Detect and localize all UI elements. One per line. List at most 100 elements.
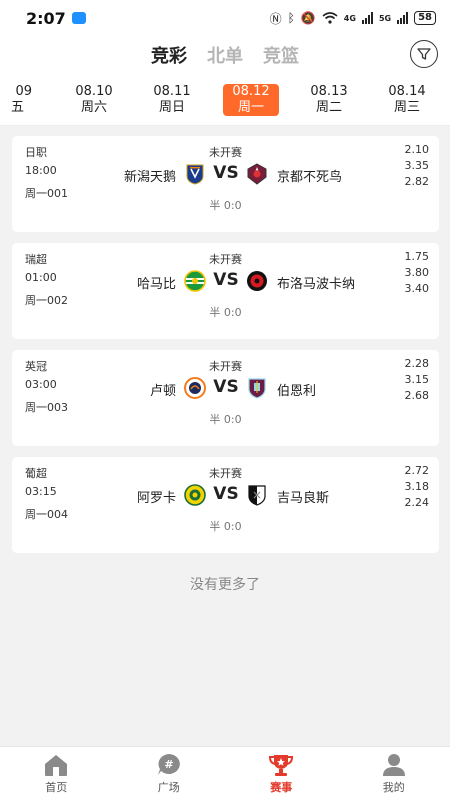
nfc-icon: Ⓝ bbox=[269, 11, 282, 26]
status-icons: Ⓝ ᛒ 🔕 4G 5G 58 bbox=[270, 10, 436, 27]
home-team: 卢顿 bbox=[149, 384, 176, 399]
status-bar: 2:07 Ⓝ ᛒ 🔕 4G 5G 58 bbox=[0, 0, 450, 36]
odds-column: 2.28 3.15 2.68 bbox=[405, 356, 430, 404]
albirex-niigata-crest-icon bbox=[186, 164, 204, 185]
home-team: 阿罗卡 bbox=[136, 491, 176, 506]
tab-beidan[interactable]: 北单 bbox=[207, 42, 243, 68]
date-label: 08.10 bbox=[75, 84, 113, 99]
match-status: 未开赛 bbox=[209, 467, 242, 480]
odds-home: 2.28 bbox=[404, 357, 430, 370]
vs-label: VS bbox=[213, 484, 239, 504]
date-label: 08.11 bbox=[153, 84, 191, 99]
date-item-0811[interactable]: 08.11 周日 bbox=[144, 84, 200, 116]
odds-draw: 3.15 bbox=[404, 373, 430, 386]
brommapojkarna-crest-icon bbox=[247, 271, 267, 291]
weekday-label: 周日 bbox=[158, 100, 185, 115]
hammarby-crest-icon bbox=[184, 270, 206, 292]
odds-draw: 3.18 bbox=[404, 480, 430, 493]
vs-label: VS bbox=[213, 270, 239, 290]
nav-home-label: 首页 bbox=[45, 780, 68, 794]
halftime-score: 半 0:0 bbox=[209, 520, 242, 533]
date-label: 08.14 bbox=[388, 84, 426, 99]
svg-text:#: # bbox=[164, 758, 173, 771]
date-label: 09 bbox=[15, 84, 32, 99]
weekday-label: 周六 bbox=[80, 100, 107, 115]
arouca-crest-icon bbox=[184, 484, 206, 506]
filter-button[interactable] bbox=[410, 40, 438, 68]
hashtag-chat-icon: # bbox=[157, 753, 180, 775]
odds-home: 2.10 bbox=[404, 143, 430, 156]
nav-events[interactable]: 赛事 bbox=[225, 747, 338, 800]
teams-row: 哈马比 VS 布洛马波卡纳 bbox=[12, 270, 439, 292]
bluetooth-icon: ᛒ bbox=[287, 11, 295, 25]
weekday-label: 五 bbox=[10, 100, 24, 115]
teams-row: 新潟天鹅 VS 京都不死鸟 bbox=[12, 163, 439, 185]
date-item-0813[interactable]: 08.13 周二 bbox=[301, 84, 357, 116]
mute-bell-icon: 🔕 bbox=[300, 11, 316, 25]
match-card[interactable]: 英冠 03:00 周一003 未开赛 卢顿 VS 伯恩利 半 0:0 2.28 … bbox=[12, 350, 439, 446]
battery-indicator: 58 bbox=[414, 11, 436, 25]
date-item-09[interactable]: 09 五 bbox=[0, 84, 36, 116]
tab-jinglan[interactable]: 竞篮 bbox=[263, 42, 299, 68]
match-card[interactable]: 瑞超 01:00 周一002 未开赛 哈马比 VS 布洛马波卡纳 半 0:0 1… bbox=[12, 243, 439, 339]
weekday-label: 周二 bbox=[315, 100, 342, 115]
odds-home: 2.72 bbox=[404, 464, 430, 477]
nav-mine-label: 我的 bbox=[382, 780, 405, 794]
away-team: 伯恩利 bbox=[277, 384, 317, 399]
filter-funnel-icon bbox=[417, 48, 431, 60]
halftime-score: 半 0:0 bbox=[209, 413, 242, 426]
status-time: 2:07 bbox=[26, 8, 66, 28]
date-selector: 09 五 08.10 周六 08.11 周日 08.12 周一 08.13 周二… bbox=[0, 74, 450, 126]
odds-home: 1.75 bbox=[404, 250, 430, 263]
nav-events-label: 赛事 bbox=[270, 780, 293, 794]
match-card[interactable]: 葡超 03:15 周一004 未开赛 阿罗卡 VS 吉马良斯 半 0:0 2.7… bbox=[12, 457, 439, 553]
away-team: 布洛马波卡纳 bbox=[277, 277, 356, 292]
burnley-crest-icon bbox=[248, 378, 266, 399]
network-5g-label: 5G bbox=[378, 13, 392, 23]
date-label: 08.13 bbox=[310, 84, 348, 99]
date-item-0812[interactable]: 08.12 周一 bbox=[223, 84, 279, 116]
signal-bars-icon-2 bbox=[397, 12, 409, 24]
home-team: 哈马比 bbox=[136, 277, 176, 292]
vs-label: VS bbox=[213, 377, 239, 397]
odds-away: 2.24 bbox=[404, 496, 430, 509]
date-label: 08.12 bbox=[232, 84, 270, 99]
no-more-text: 没有更多了 bbox=[190, 577, 260, 593]
odds-column: 2.10 3.35 2.82 bbox=[405, 142, 430, 190]
wifi-icon bbox=[322, 12, 338, 24]
odds-column: 2.72 3.18 2.24 bbox=[405, 463, 430, 511]
away-team: 京都不死鸟 bbox=[277, 170, 343, 185]
odds-away: 2.68 bbox=[404, 389, 430, 402]
weekday-label: 周一 bbox=[237, 100, 264, 115]
date-item-0814[interactable]: 08.14 周三 bbox=[379, 84, 435, 116]
odds-column: 1.75 3.80 3.40 bbox=[405, 249, 430, 297]
nav-square[interactable]: # 广场 bbox=[113, 747, 226, 800]
match-status: 未开赛 bbox=[209, 360, 242, 373]
date-item-0810[interactable]: 08.10 周六 bbox=[66, 84, 122, 116]
away-team: 吉马良斯 bbox=[277, 491, 330, 506]
teams-row: 阿罗卡 VS 吉马良斯 bbox=[12, 484, 439, 506]
tab-jingcai[interactable]: 竞彩 bbox=[151, 42, 187, 68]
nav-square-label: 广场 bbox=[157, 780, 180, 794]
match-card[interactable]: 日职 18:00 周一001 未开赛 新潟天鹅 VS 京都不死鸟 半 0:0 2… bbox=[12, 136, 439, 232]
match-status: 未开赛 bbox=[209, 146, 242, 159]
bottom-navigation: 首页 # 广场 赛事 我的 bbox=[0, 746, 450, 800]
halftime-score: 半 0:0 bbox=[209, 306, 242, 319]
home-icon bbox=[45, 754, 68, 776]
nav-mine[interactable]: 我的 bbox=[338, 747, 450, 800]
luton-town-crest-icon bbox=[184, 377, 206, 399]
halftime-score: 半 0:0 bbox=[209, 199, 242, 212]
signal-bars-icon bbox=[361, 12, 373, 24]
weekday-label: 周三 bbox=[393, 100, 420, 115]
kyoto-sanga-crest-icon bbox=[247, 163, 267, 185]
vs-label: VS bbox=[213, 163, 239, 183]
user-icon bbox=[382, 753, 405, 776]
trophy-icon bbox=[269, 754, 294, 776]
network-4g-label: 4G bbox=[343, 13, 356, 23]
odds-away: 3.40 bbox=[404, 282, 430, 295]
message-notification-icon bbox=[71, 12, 86, 24]
nav-home[interactable]: 首页 bbox=[0, 747, 113, 800]
odds-away: 2.82 bbox=[404, 175, 430, 188]
home-team: 新潟天鹅 bbox=[123, 170, 176, 185]
odds-draw: 3.35 bbox=[404, 159, 430, 172]
